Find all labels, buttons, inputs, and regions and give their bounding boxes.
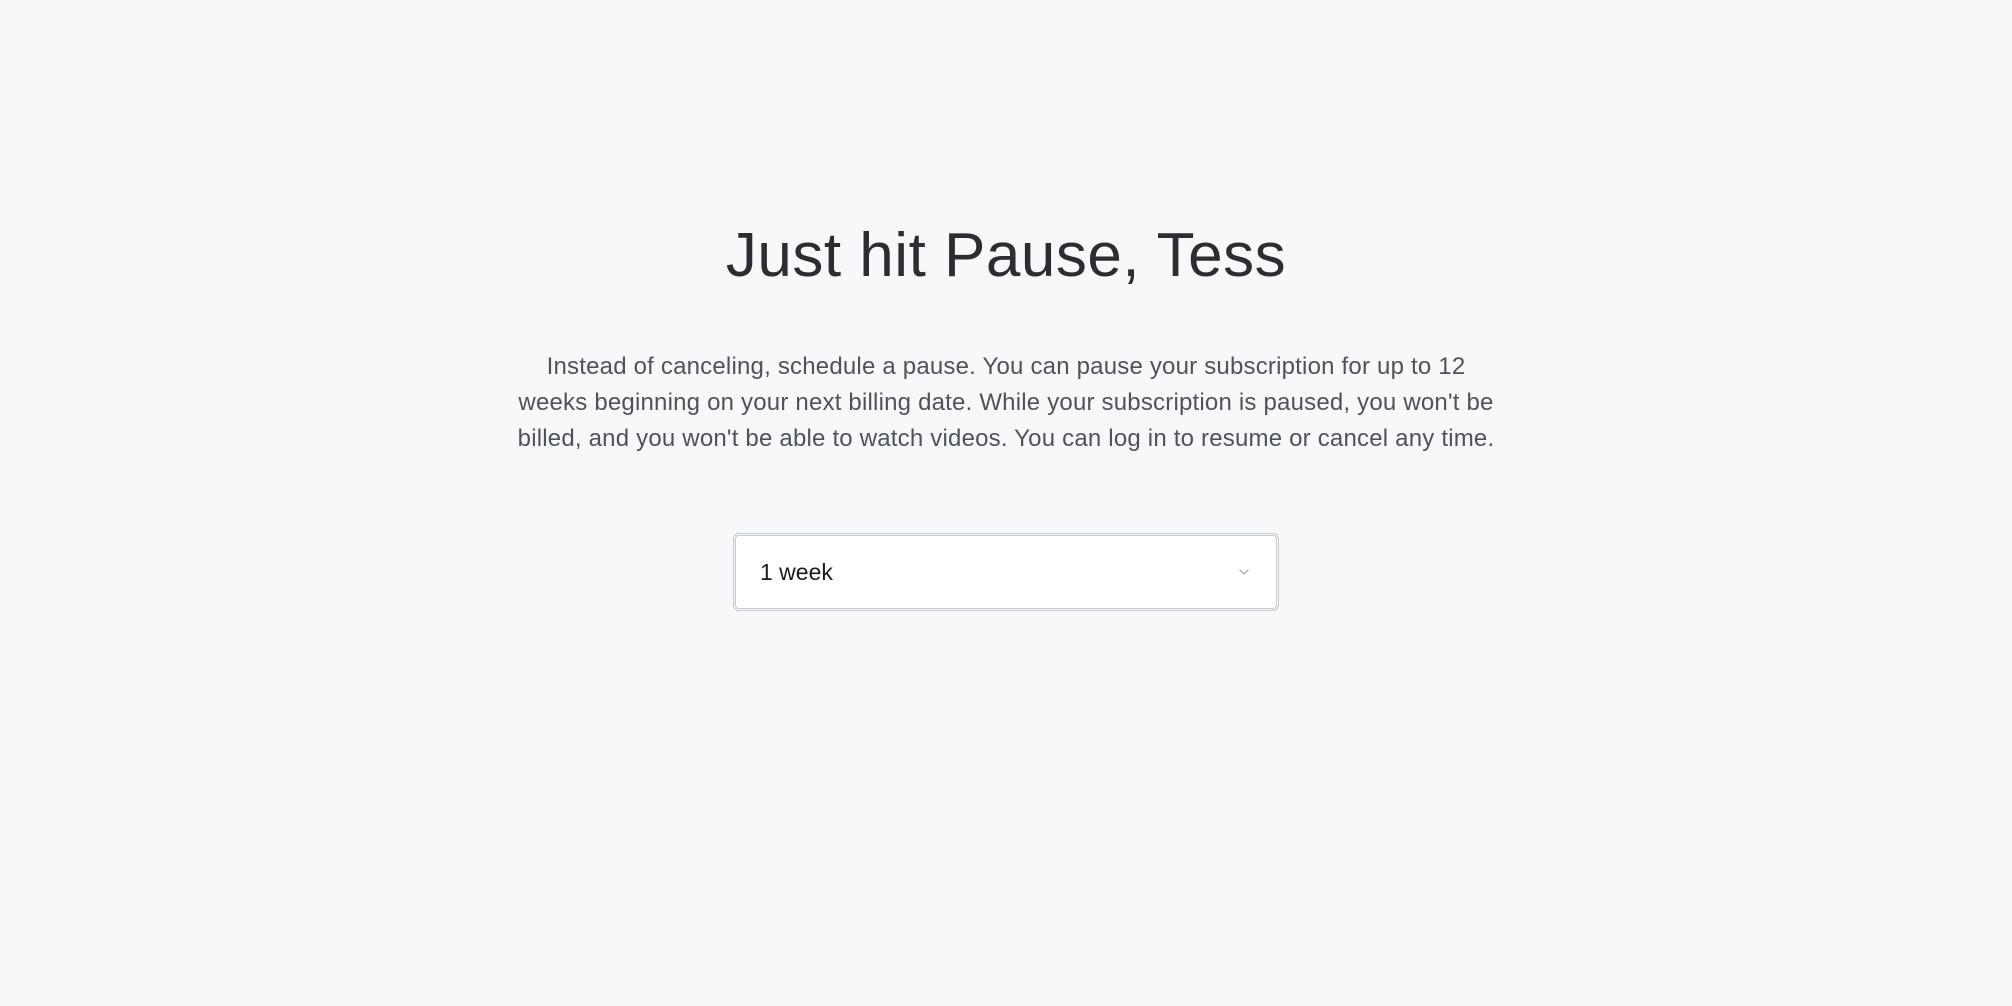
pause-subscription-container: Just hit Pause, Tess Instead of cancelin… (506, 220, 1506, 609)
pause-duration-select[interactable]: 1 week (735, 535, 1277, 609)
page-title: Just hit Pause, Tess (506, 220, 1506, 291)
select-display: 1 week (736, 536, 1276, 608)
pause-description: Instead of canceling, schedule a pause. … (506, 349, 1506, 457)
select-value: 1 week (760, 559, 833, 586)
chevron-down-icon (1236, 564, 1252, 580)
